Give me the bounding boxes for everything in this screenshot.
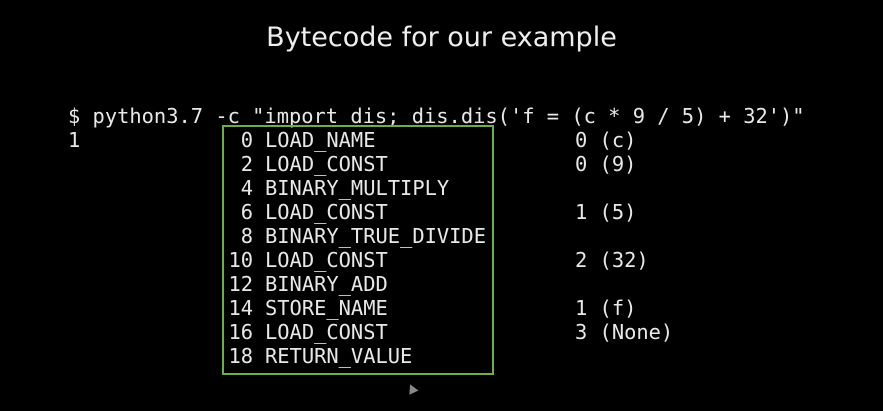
- instruction-opname: RETURN_VALUE: [265, 344, 413, 368]
- instruction-opname: LOAD_CONST: [265, 200, 388, 224]
- instruction-arg: 1 (f): [575, 296, 637, 320]
- instruction-offset: 10: [228, 248, 253, 272]
- instruction-offset: 16: [228, 320, 253, 344]
- mouse-pointer-icon: [405, 382, 419, 395]
- instruction-opname: LOAD_NAME: [265, 128, 376, 152]
- source-line-number: 1: [68, 128, 81, 152]
- instruction-offset: 0: [240, 128, 253, 152]
- instruction-arg: 2 (32): [575, 248, 649, 272]
- instruction-arg: 0 (9): [575, 152, 637, 176]
- instruction-opname: BINARY_TRUE_DIVIDE: [265, 224, 486, 248]
- instruction-offset: 6: [240, 200, 253, 224]
- instruction-opname: BINARY_ADD: [265, 272, 388, 296]
- slide-title: Bytecode for our example: [266, 22, 617, 53]
- instruction-opname: LOAD_CONST: [265, 248, 388, 272]
- instruction-offset: 14: [228, 296, 253, 320]
- instruction-arg: 3 (None): [575, 320, 674, 344]
- instruction-arg: 0 (c): [575, 128, 637, 152]
- instruction-offset: 2: [240, 152, 253, 176]
- instruction-opname: BINARY_MULTIPLY: [265, 176, 450, 200]
- instruction-opname: LOAD_CONST: [265, 152, 388, 176]
- instruction-opname: STORE_NAME: [265, 296, 388, 320]
- instruction-offset: 18: [228, 344, 253, 368]
- instruction-arg: 1 (5): [575, 200, 637, 224]
- instruction-opname: LOAD_CONST: [265, 320, 388, 344]
- instruction-offset: 12: [228, 272, 253, 296]
- instruction-offset: 4: [240, 176, 253, 200]
- instruction-offset: 8: [240, 224, 253, 248]
